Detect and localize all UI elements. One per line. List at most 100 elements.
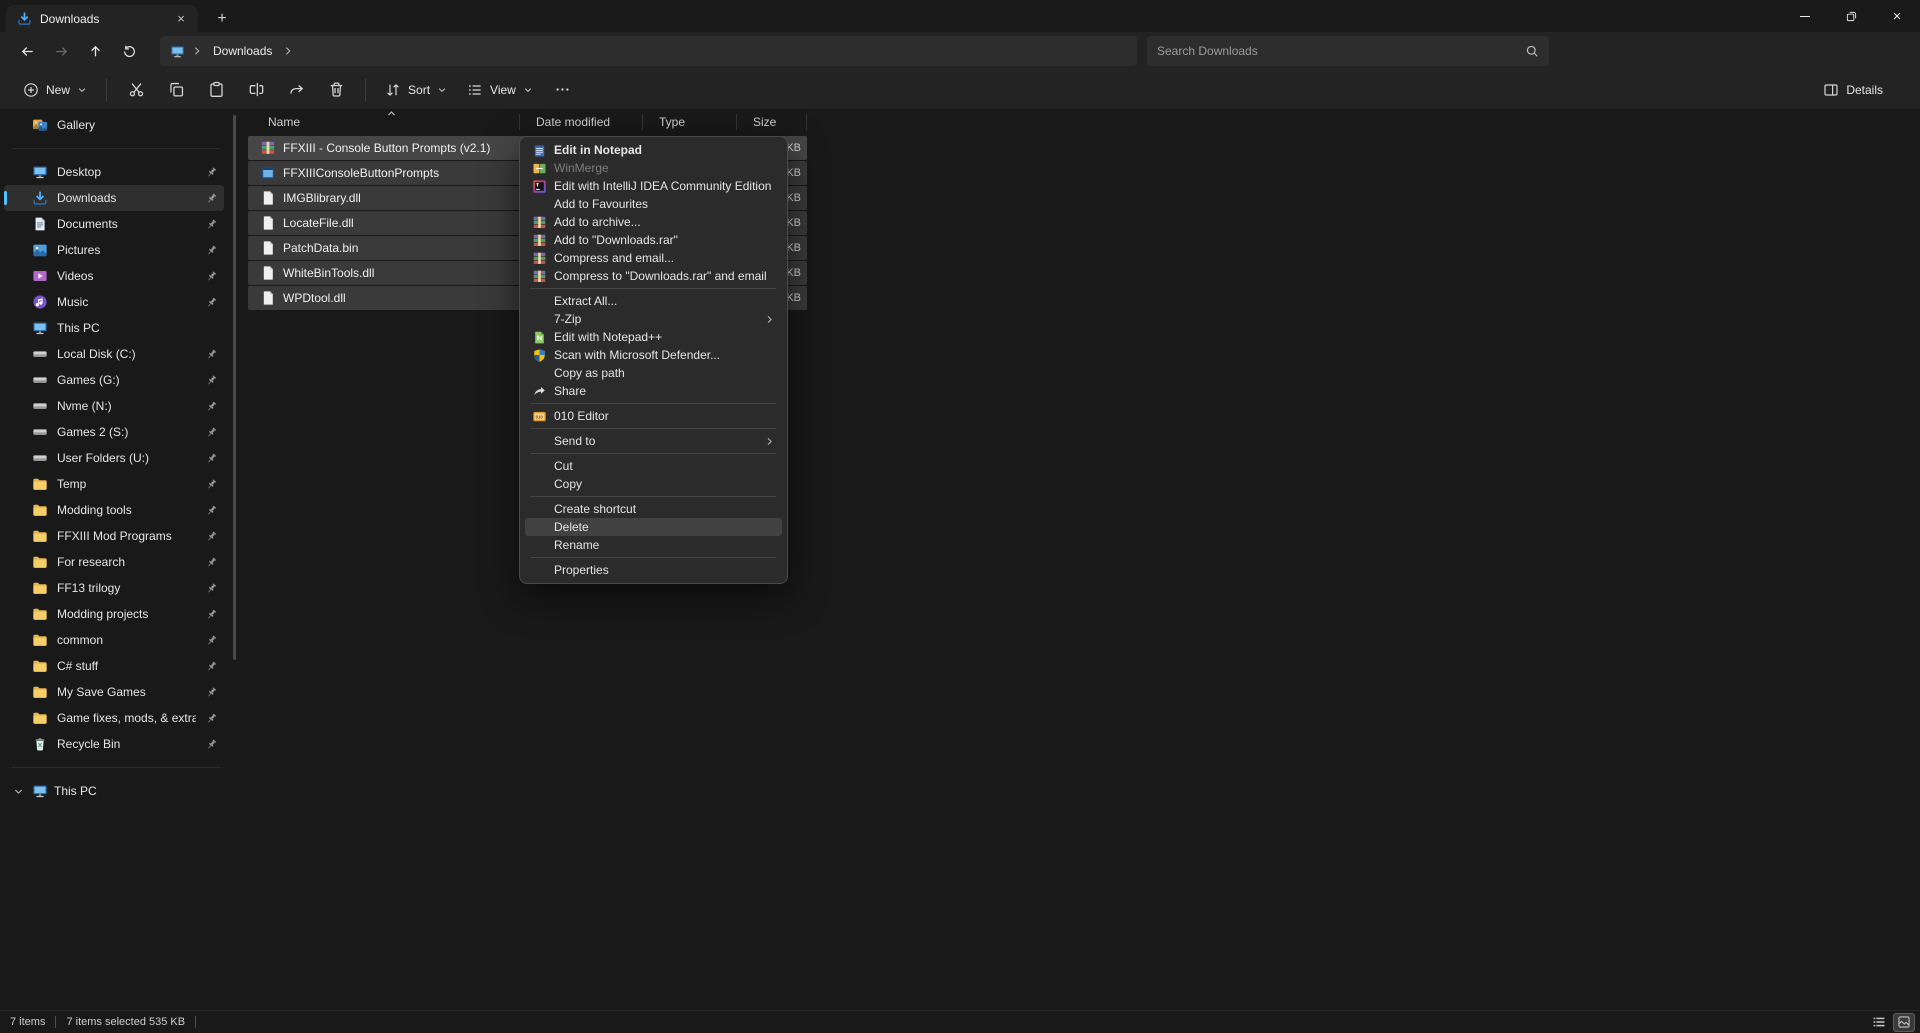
close-button[interactable]: × <box>1874 0 1920 32</box>
search-box[interactable] <box>1147 36 1549 66</box>
up-button[interactable] <box>78 36 112 66</box>
share-icon <box>288 81 305 98</box>
sidebar-item-games-g[interactable]: Games (G:) <box>4 367 224 393</box>
context-menu-item-cut[interactable]: Cut <box>525 457 782 475</box>
sidebar-item-this-pc[interactable]: This PC <box>4 778 224 804</box>
context-menu-item-edit-with-notepad[interactable]: Edit with Notepad++ <box>525 328 782 346</box>
titlebar: Downloads × + × <box>0 0 1920 32</box>
sidebar-item-local-disk-c[interactable]: Local Disk (C:) <box>4 341 224 367</box>
sidebar-item-videos[interactable]: Videos <box>4 263 224 289</box>
paste-button[interactable] <box>197 74 235 106</box>
context-menu-item-create-shortcut[interactable]: Create shortcut <box>525 500 782 518</box>
sidebar-item-recycle-bin[interactable]: Recycle Bin <box>4 731 224 757</box>
breadcrumb-downloads[interactable]: Downloads <box>209 44 276 58</box>
sidebar-item-modding-tools[interactable]: Modding tools <box>4 497 224 523</box>
tab-close-icon[interactable]: × <box>172 10 190 28</box>
context-menu-item-send-to[interactable]: Send to <box>525 432 782 450</box>
context-menu-item-delete[interactable]: Delete <box>525 518 782 536</box>
sidebar-item-this-pc[interactable]: This PC <box>4 315 224 341</box>
sidebar-item-label: Games (G:) <box>57 373 120 387</box>
column-header-size[interactable]: Size <box>737 114 807 130</box>
sidebar-item-temp[interactable]: Temp <box>4 471 224 497</box>
winrar-icon <box>532 251 547 266</box>
context-menu-item-label: Compress to "Downloads.rar" and email <box>554 269 767 283</box>
sidebar-item-common[interactable]: common <box>4 627 224 653</box>
context-menu-item-extract-all[interactable]: Extract All... <box>525 292 782 310</box>
sidebar-item-music[interactable]: Music <box>4 289 224 315</box>
details-view-button[interactable] <box>1868 1013 1890 1032</box>
refresh-button[interactable] <box>112 36 146 66</box>
cut-button[interactable] <box>117 74 155 106</box>
context-menu-item-share[interactable]: Share <box>525 382 782 400</box>
chevron-down-icon[interactable] <box>11 784 26 799</box>
address-bar[interactable]: Downloads <box>160 36 1137 66</box>
minimize-button[interactable] <box>1782 0 1828 32</box>
file-icon <box>260 240 276 256</box>
context-menu-item-add-to-downloads-rar[interactable]: Add to "Downloads.rar" <box>525 231 782 249</box>
context-menu-item-copy[interactable]: Copy <box>525 475 782 493</box>
sort-ascending-icon <box>386 110 397 119</box>
file-size: KB <box>786 217 801 229</box>
context-menu-item-7-zip[interactable]: 7-Zip <box>525 310 782 328</box>
forward-button[interactable] <box>44 36 78 66</box>
context-menu-item-properties[interactable]: Properties <box>525 561 782 579</box>
column-header-type[interactable]: Type <box>643 114 737 130</box>
sidebar-item-user-folders-u[interactable]: User Folders (U:) <box>4 445 224 471</box>
maximize-button[interactable] <box>1828 0 1874 32</box>
column-header-date-modified[interactable]: Date modified <box>520 114 643 130</box>
context-menu-item-010-editor[interactable]: 010 010 Editor <box>525 407 782 425</box>
sidebar-item-ffxiii-mod-programs[interactable]: FFXIII Mod Programs <box>4 523 224 549</box>
trash-icon <box>328 81 345 98</box>
details-pane-button[interactable]: Details <box>1814 74 1892 106</box>
view-button[interactable]: View <box>458 74 542 106</box>
context-menu-item-rename[interactable]: Rename <box>525 536 782 554</box>
sidebar-item-label: Games 2 (S:) <box>57 425 129 439</box>
sidebar-item-games-2-s[interactable]: Games 2 (S:) <box>4 419 224 445</box>
new-button[interactable]: New <box>14 74 96 106</box>
context-menu-item-scan-with-microsoft-defender[interactable]: Scan with Microsoft Defender... <box>525 346 782 364</box>
large-icons-view-button[interactable] <box>1893 1012 1915 1032</box>
context-menu-item-edit-in-notepad[interactable]: Edit in Notepad <box>525 141 782 159</box>
sidebar-item-desktop[interactable]: Desktop <box>4 159 224 185</box>
sidebar-item-label: My Save Games <box>57 685 146 699</box>
notepad-icon <box>532 143 547 158</box>
sidebar-item-nvme-n[interactable]: Nvme (N:) <box>4 393 224 419</box>
back-button[interactable] <box>10 36 44 66</box>
context-menu-item-copy-as-path[interactable]: Copy as path <box>525 364 782 382</box>
pin-icon <box>205 582 218 595</box>
context-menu-item-edit-with-intellij-idea-community-edition[interactable]: Edit with IntelliJ IDEA Community Editio… <box>525 177 782 195</box>
sidebar-item-for-research[interactable]: For research <box>4 549 224 575</box>
sidebar-item-my-save-games[interactable]: My Save Games <box>4 679 224 705</box>
sidebar-scrollbar[interactable] <box>233 115 236 660</box>
context-menu-item-compress-to-downloads-rar-and-email[interactable]: Compress to "Downloads.rar" and email <box>525 267 782 285</box>
desktop-icon <box>32 164 48 180</box>
intellij-icon <box>532 179 547 194</box>
tab-downloads[interactable]: Downloads × <box>6 5 198 32</box>
sidebar-item-pictures[interactable]: Pictures <box>4 237 224 263</box>
context-menu-item-compress-and-email[interactable]: Compress and email... <box>525 249 782 267</box>
context-menu-item-add-to-favourites[interactable]: Add to Favourites <box>525 195 782 213</box>
new-tab-button[interactable]: + <box>210 7 234 31</box>
sidebar-item-game-fixes-mods-extras[interactable]: Game fixes, mods, & extras <box>4 705 224 731</box>
delete-button[interactable] <box>317 74 355 106</box>
sidebar-item-modding-projects[interactable]: Modding projects <box>4 601 224 627</box>
rename-button[interactable] <box>237 74 275 106</box>
copy-button[interactable] <box>157 74 195 106</box>
context-menu-item-add-to-archive[interactable]: Add to archive... <box>525 213 782 231</box>
more-options-button[interactable] <box>544 74 582 106</box>
chevron-right-icon[interactable] <box>282 45 294 57</box>
sidebar-item-documents[interactable]: Documents <box>4 211 224 237</box>
sidebar-item-c-stuff[interactable]: C# stuff <box>4 653 224 679</box>
context-menu-item-label: Properties <box>554 563 609 577</box>
search-input[interactable] <box>1157 44 1517 58</box>
pin-icon <box>205 686 218 699</box>
sidebar-item-gallery[interactable]: Gallery <box>4 112 224 138</box>
chevron-right-icon[interactable] <box>191 45 203 57</box>
videos-icon <box>32 268 48 284</box>
sidebar-item-ff13-trilogy[interactable]: FF13 trilogy <box>4 575 224 601</box>
sort-button[interactable]: Sort <box>376 74 456 106</box>
column-header-name[interactable]: Name <box>248 111 520 130</box>
context-menu-item-winmerge[interactable]: WinMerge <box>525 159 782 177</box>
sidebar-item-downloads[interactable]: Downloads <box>4 185 224 211</box>
share-button[interactable] <box>277 74 315 106</box>
